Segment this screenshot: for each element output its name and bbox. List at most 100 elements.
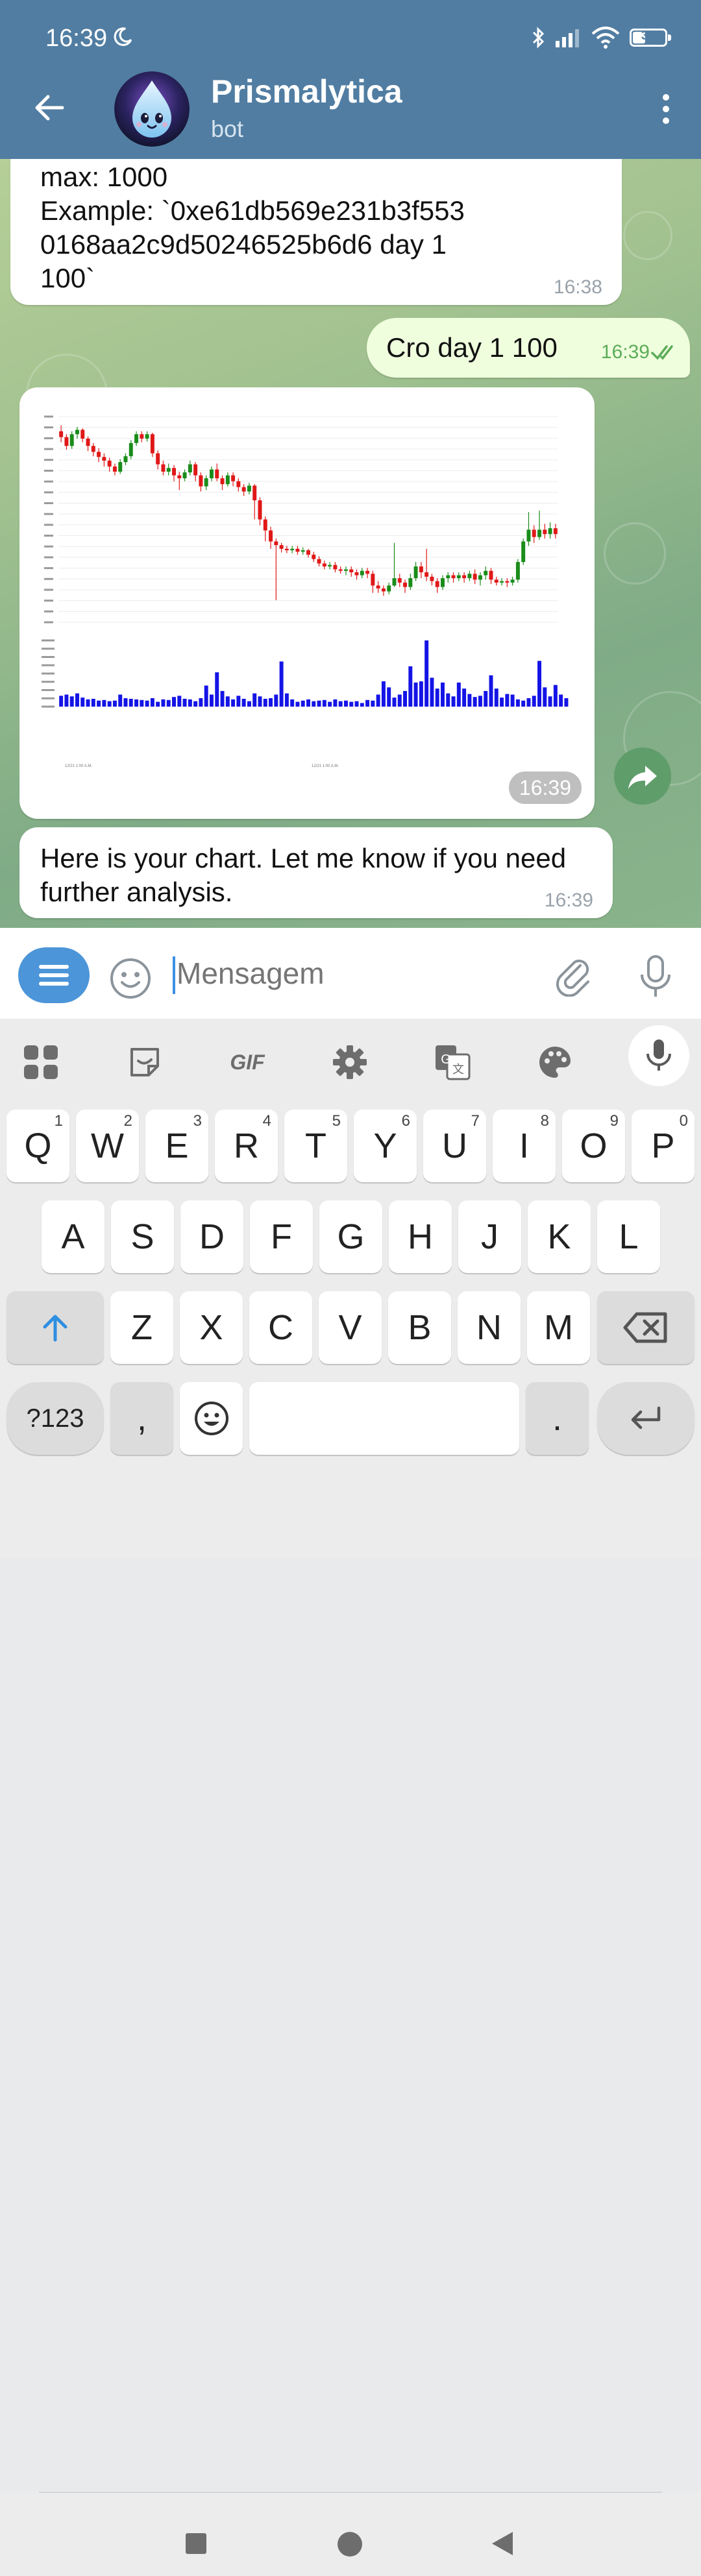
- key-t[interactable]: T5: [284, 1110, 347, 1182]
- key-r[interactable]: R4: [215, 1110, 278, 1182]
- key-f[interactable]: F: [250, 1200, 313, 1273]
- volume-bar: [140, 699, 144, 707]
- key-i[interactable]: I8: [493, 1110, 556, 1182]
- backspace-key[interactable]: [597, 1291, 695, 1364]
- candle-body: [343, 569, 348, 571]
- volume-tick-label: [42, 672, 55, 675]
- recents-icon[interactable]: [186, 2533, 206, 2554]
- candle-body: [252, 485, 257, 501]
- wallpaper-doodle: [604, 522, 666, 585]
- candle-body: [86, 438, 90, 446]
- volume-bar: [188, 699, 192, 707]
- shift-arrow-icon: [43, 1315, 68, 1342]
- emoji-icon[interactable]: [109, 957, 152, 1000]
- key-c[interactable]: C: [249, 1291, 312, 1364]
- key-o[interactable]: O9: [562, 1110, 625, 1182]
- volume-tick-label: [42, 705, 55, 708]
- back-arrow-icon[interactable]: [31, 90, 68, 126]
- microphone-icon[interactable]: [636, 954, 675, 999]
- key-m[interactable]: M: [527, 1291, 590, 1364]
- candle-body: [419, 566, 423, 573]
- chart-image-message[interactable]: 12/21 1:00 A.M. 12/21 1:00 A.M. 16:39: [19, 387, 595, 819]
- palette-icon[interactable]: [532, 1039, 578, 1085]
- enter-key[interactable]: [597, 1382, 695, 1455]
- key-z[interactable]: Z: [110, 1291, 173, 1364]
- settings-icon[interactable]: [327, 1039, 373, 1085]
- volume-bar: [69, 696, 74, 707]
- candle-body: [387, 585, 391, 592]
- apps-icon[interactable]: [18, 1039, 64, 1085]
- comma-key[interactable]: ,: [110, 1382, 173, 1455]
- text-cursor: [173, 956, 175, 994]
- gif-button[interactable]: GIF: [225, 1039, 270, 1085]
- avatar[interactable]: [114, 71, 190, 147]
- key-q[interactable]: Q1: [6, 1110, 69, 1182]
- candle-body: [500, 581, 504, 583]
- key-e[interactable]: E3: [145, 1110, 208, 1182]
- key-hint: 6: [401, 1112, 410, 1130]
- incoming-message[interactable]: Here is your chart. Let me know if you n…: [19, 827, 613, 918]
- chat-title[interactable]: Prismalytica: [211, 73, 402, 110]
- share-icon[interactable]: [614, 747, 671, 805]
- key-s[interactable]: S: [111, 1200, 174, 1273]
- price-tick-label: [44, 480, 53, 483]
- key-l[interactable]: L: [597, 1200, 660, 1273]
- key-k[interactable]: K: [528, 1200, 591, 1273]
- candle-body: [129, 443, 133, 457]
- translate-icon[interactable]: G 文: [430, 1039, 475, 1085]
- volume-tick-label: [42, 689, 55, 691]
- candlestick-chart[interactable]: 12/21 1:00 A.M. 12/21 1:00 A.M.: [39, 407, 575, 780]
- candle-body: [312, 554, 316, 559]
- key-n[interactable]: N: [458, 1291, 521, 1364]
- key-a[interactable]: A: [42, 1200, 105, 1273]
- period-key[interactable]: .: [526, 1382, 589, 1455]
- space-key[interactable]: [249, 1382, 519, 1455]
- key-d[interactable]: D: [180, 1200, 243, 1273]
- home-icon[interactable]: [338, 2532, 362, 2557]
- volume-bar: [397, 694, 402, 707]
- key-label: U: [442, 1126, 467, 1165]
- key-y[interactable]: Y6: [354, 1110, 417, 1182]
- attach-icon[interactable]: [552, 954, 595, 997]
- translate-glyph: G 文: [436, 1045, 471, 1080]
- volume-bar: [80, 698, 85, 707]
- symbols-key[interactable]: ?123: [6, 1382, 104, 1455]
- volume-bar: [279, 661, 284, 707]
- candle-body: [263, 519, 267, 531]
- candle-body: [69, 434, 74, 446]
- incoming-message[interactable]: max: 1000 Example: `0xe61db569e231b3f553…: [10, 159, 622, 305]
- key-p[interactable]: P0: [632, 1110, 695, 1182]
- volume-bar: [231, 699, 236, 707]
- price-tick-label: [44, 556, 53, 559]
- message-input[interactable]: [173, 947, 540, 999]
- candle-body: [441, 578, 445, 587]
- shift-key[interactable]: [6, 1291, 104, 1364]
- key-v[interactable]: V: [319, 1291, 382, 1364]
- key-g[interactable]: G: [319, 1200, 382, 1273]
- key-j[interactable]: J: [458, 1200, 521, 1273]
- back-icon[interactable]: [491, 2531, 514, 2557]
- candle-body: [301, 550, 305, 552]
- key-w[interactable]: W2: [76, 1110, 139, 1182]
- volume-bar: [75, 693, 79, 707]
- key-u[interactable]: U7: [423, 1110, 486, 1182]
- outgoing-message[interactable]: Cro day 1 100 16:39: [367, 318, 690, 378]
- key-hint: 9: [609, 1112, 619, 1130]
- volume-bar: [129, 698, 133, 707]
- emoji-key[interactable]: [180, 1382, 243, 1455]
- bot-menu-button[interactable]: [18, 947, 90, 1003]
- volume-bar: [381, 681, 386, 707]
- key-b[interactable]: B: [388, 1291, 451, 1364]
- sticker-icon[interactable]: [122, 1039, 167, 1085]
- message-time: 16:39: [508, 772, 582, 804]
- voice-input-button[interactable]: [628, 1025, 689, 1086]
- candle-body: [413, 566, 418, 579]
- volume-bar: [532, 696, 536, 707]
- key-x[interactable]: X: [180, 1291, 243, 1364]
- candle-body: [446, 575, 450, 579]
- status-time: 16:39: [45, 25, 108, 52]
- chat-area[interactable]: max: 1000 Example: `0xe61db569e231b3f553…: [0, 159, 701, 928]
- more-vert-icon[interactable]: [658, 91, 674, 127]
- key-h[interactable]: H: [389, 1200, 452, 1273]
- candle-body: [322, 563, 326, 566]
